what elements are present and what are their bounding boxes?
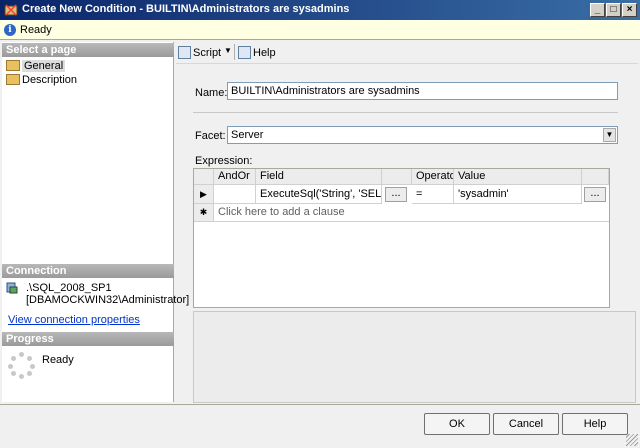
row-header-corner [194, 169, 214, 185]
toolbar-divider [234, 44, 235, 60]
view-connection-link[interactable]: View connection properties [8, 314, 140, 326]
info-icon: i [4, 24, 16, 36]
minimize-button[interactable]: _ [590, 3, 605, 17]
description-panel [193, 311, 636, 403]
column-header-operator[interactable]: Operator [412, 169, 454, 185]
connection-header: Connection [2, 264, 174, 278]
operator-cell[interactable]: = [412, 185, 454, 204]
help-icon [238, 46, 251, 59]
script-label: Script [193, 47, 222, 59]
value-cell[interactable]: 'sysadmin' [454, 185, 582, 204]
maximize-button[interactable]: □ [606, 3, 621, 17]
help-button[interactable]: Help [562, 413, 628, 435]
app-icon [4, 3, 18, 17]
column-header-value-ellipsis [582, 169, 609, 185]
close-button[interactable]: × [622, 3, 637, 17]
column-header-andor[interactable]: AndOr [214, 169, 256, 185]
column-header-field-ellipsis [382, 169, 412, 185]
resize-grip-icon[interactable] [626, 434, 638, 446]
progress-header: Progress [2, 332, 174, 346]
select-page-header: Select a page [2, 43, 174, 57]
script-button[interactable]: Script [178, 46, 221, 59]
toolbar: Script ▼ Help [176, 42, 638, 64]
help-toolbar-button[interactable]: Help [238, 46, 276, 59]
server-icon [6, 282, 18, 294]
facet-value: Server [231, 129, 264, 141]
value-ellipsis-button[interactable]: ... [584, 187, 606, 202]
nav-item-label: Description [22, 74, 78, 86]
bottom-separator [0, 404, 640, 405]
script-dropdown-icon[interactable]: ▼ [224, 46, 232, 55]
cancel-button[interactable]: Cancel [493, 413, 559, 435]
andor-cell[interactable] [214, 185, 256, 204]
window-title: Create New Condition - BUILTIN\Administr… [22, 3, 350, 15]
facet-label: Facet: [195, 130, 226, 142]
status-strip: i Ready [0, 20, 640, 40]
chevron-down-icon[interactable]: ▼ [603, 128, 616, 142]
nav-item-description[interactable]: Description [6, 73, 77, 87]
title-bar: Create New Condition - BUILTIN\Administr… [0, 0, 640, 20]
connection-server: .\SQL_2008_SP1 [26, 282, 112, 294]
facet-select[interactable]: Server ▼ [227, 126, 618, 144]
expression-label: Expression: [195, 155, 253, 167]
connection-account: [DBAMOCKWIN32\Administrator] [26, 294, 190, 306]
current-row-marker-icon[interactable]: ▶ [194, 185, 214, 204]
ok-button[interactable]: OK [424, 413, 490, 435]
page-icon [6, 74, 20, 85]
name-label: Name: [195, 87, 228, 99]
nav-item-label: General [22, 60, 66, 72]
column-header-field[interactable]: Field [256, 169, 382, 185]
field-ellipsis-button[interactable]: ... [385, 187, 407, 202]
nav-item-general[interactable]: General [6, 59, 66, 73]
page-icon [6, 60, 20, 71]
progress-status: Ready [42, 354, 74, 366]
left-pane: Select a page General Description Connec… [2, 42, 189, 402]
script-icon [178, 46, 191, 59]
add-clause-row[interactable]: Click here to add a clause [214, 204, 609, 222]
help-label: Help [253, 47, 276, 59]
column-header-value[interactable]: Value [454, 169, 582, 185]
expression-grid: AndOr Field Operator Value ▶ ExecuteSql(… [193, 168, 610, 308]
new-row-marker-icon[interactable]: ✱ [194, 204, 214, 222]
field-cell[interactable]: ExecuteSql('String', 'SELE... [256, 185, 382, 204]
name-input[interactable]: BUILTIN\Administrators are sysadmins [227, 82, 618, 100]
separator [193, 112, 618, 113]
status-text: Ready [20, 24, 52, 36]
progress-spinner-icon [8, 352, 36, 380]
